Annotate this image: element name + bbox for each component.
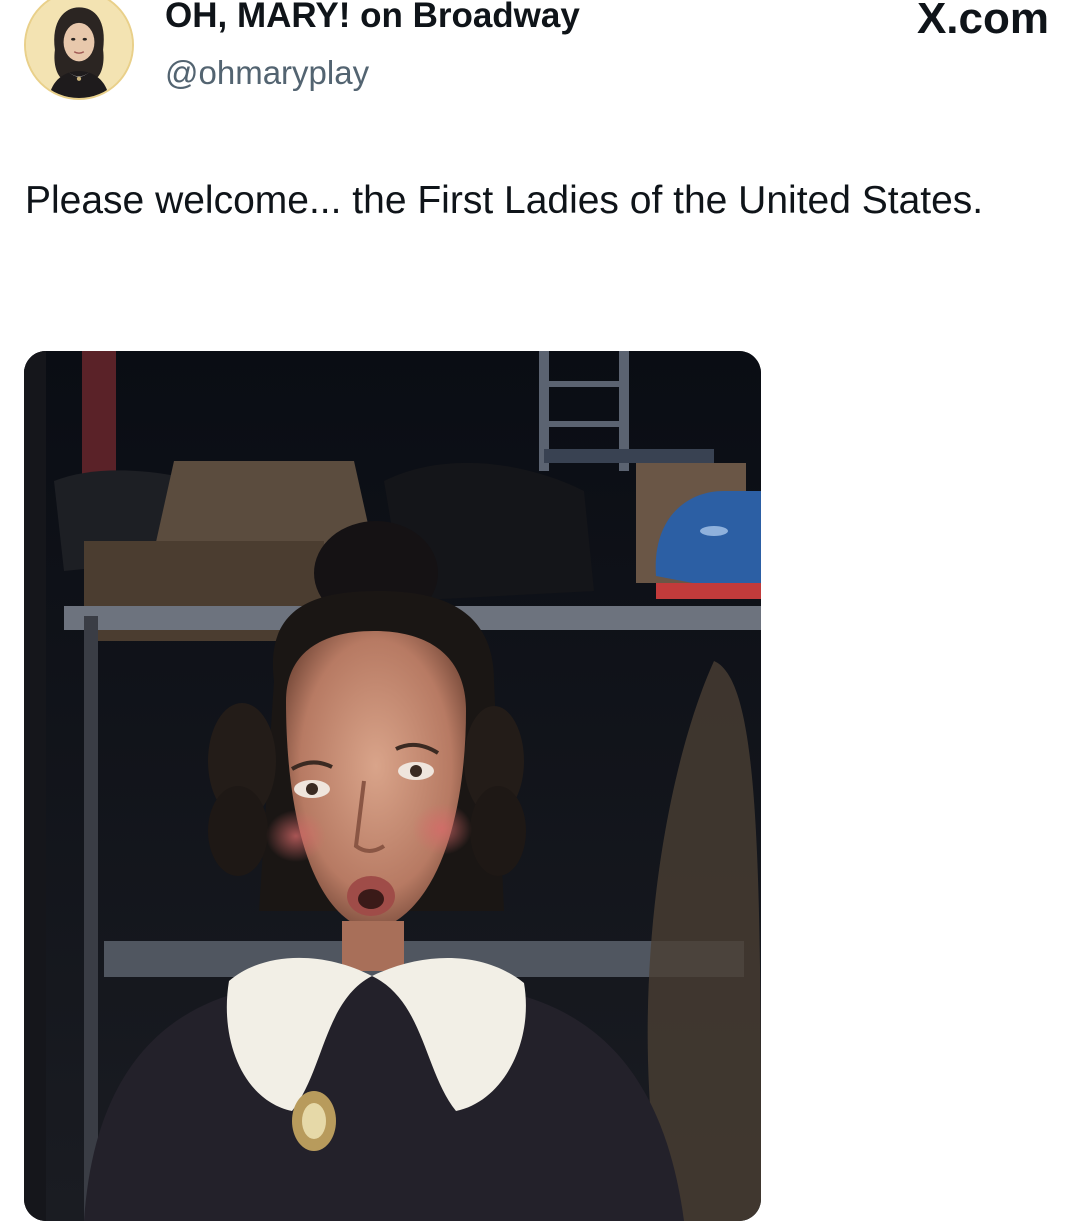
video-still-icon — [24, 351, 761, 1221]
user-handle[interactable]: @ohmaryplay — [165, 52, 369, 94]
tweet-text: Please welcome... the First Ladies of th… — [25, 179, 984, 222]
tweet-header: OH, MARY! on Broadway @ohmaryplay X.com — [0, 0, 1071, 120]
profile-avatar[interactable] — [24, 0, 134, 100]
avatar-portrait-icon — [26, 0, 132, 98]
display-name[interactable]: OH, MARY! on Broadway — [165, 0, 580, 38]
site-logo: X.com — [916, 0, 1049, 43]
tweet-video[interactable] — [24, 351, 761, 1221]
